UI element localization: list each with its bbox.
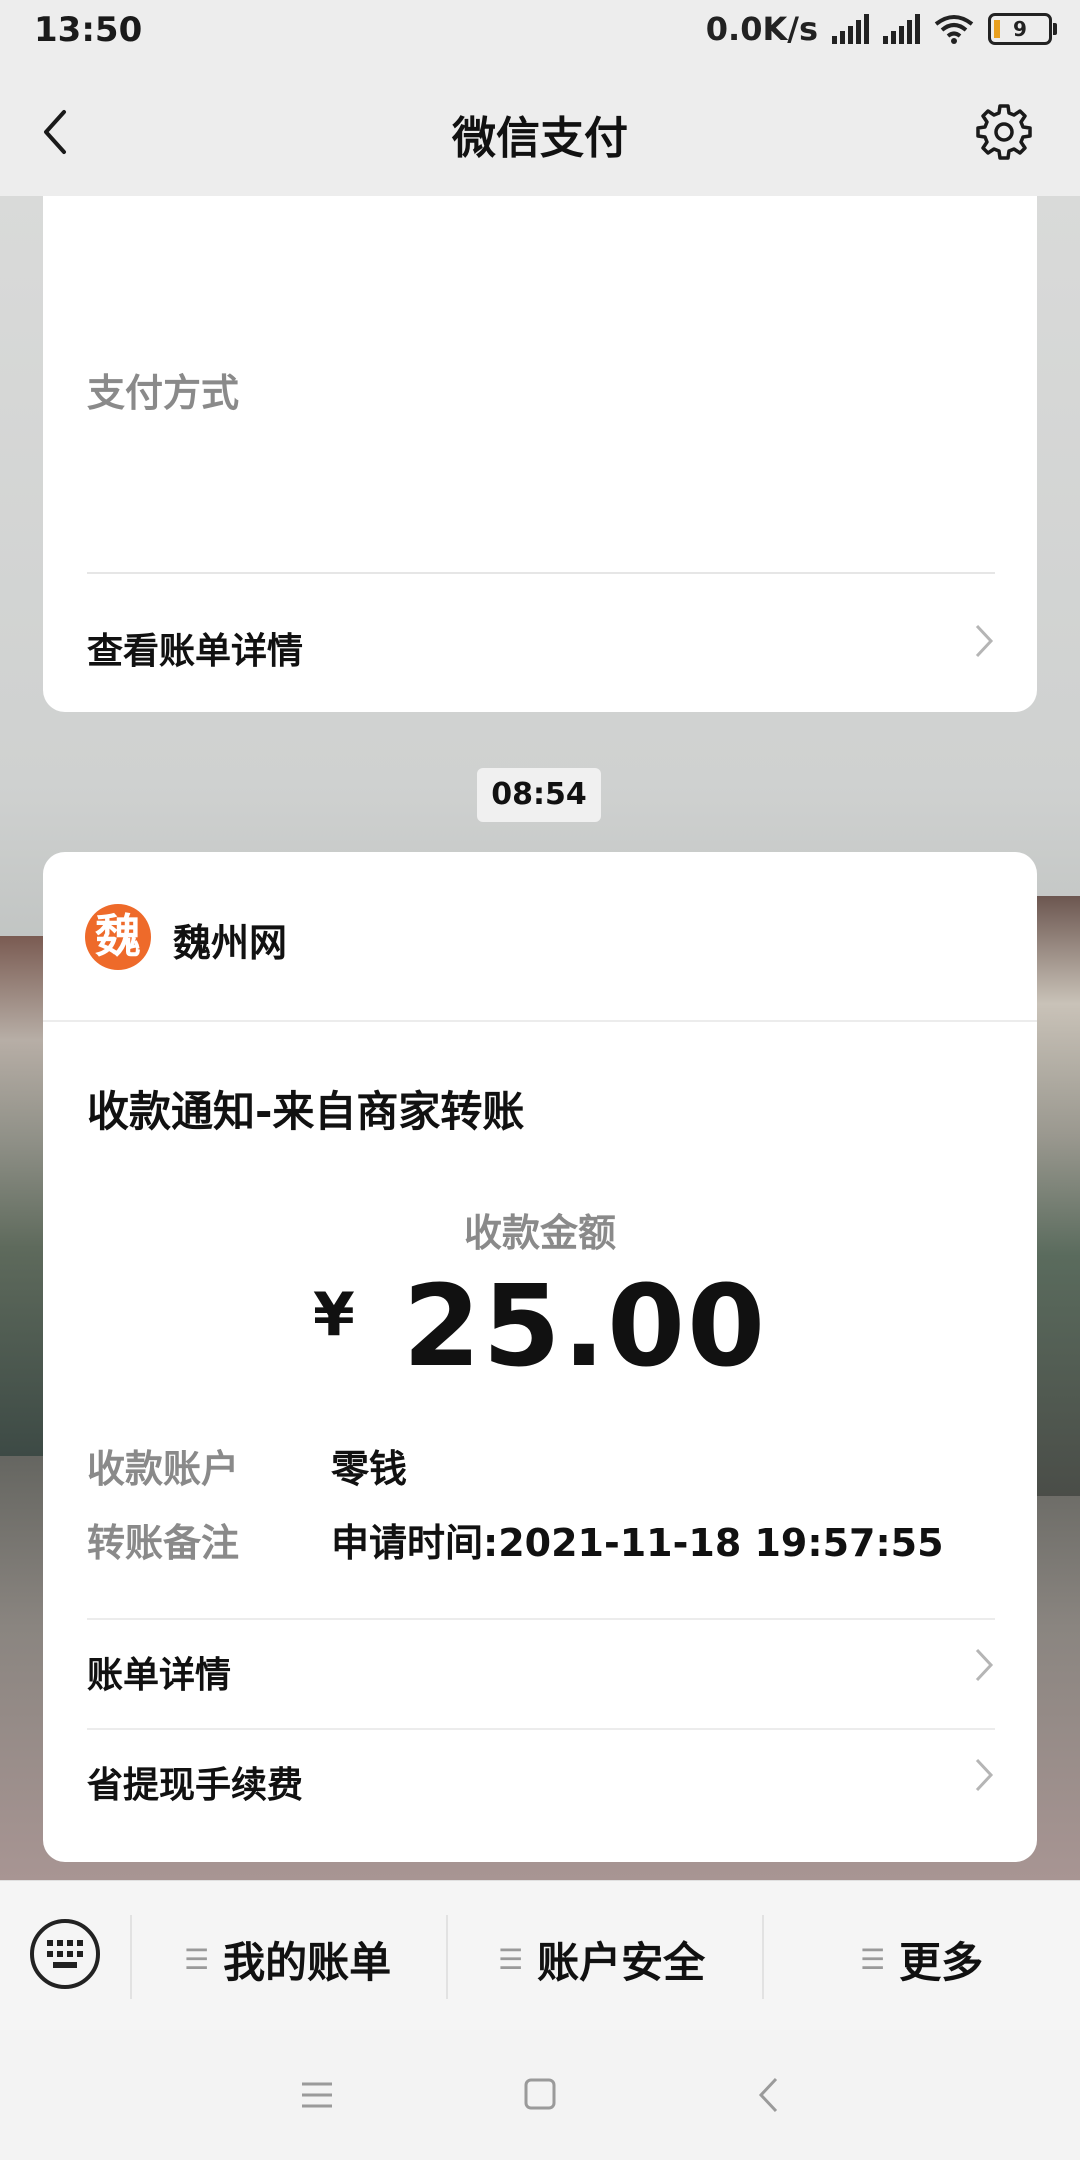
account-label: 收款账户 xyxy=(87,1447,240,1491)
chevron-right-icon xyxy=(975,1758,994,1792)
service-menu-bar: ☰ 我的账单 ☰ 账户安全 ☰ 更多 xyxy=(0,1880,1080,2031)
divider xyxy=(43,1020,1037,1022)
background-photo-left xyxy=(0,936,48,1456)
battery-level: 9 xyxy=(1013,17,1027,41)
menu-more[interactable]: ☰ 更多 xyxy=(860,1929,983,1990)
bill-detail-link[interactable]: 账单详情 xyxy=(87,1646,995,1698)
pay-method-label: 支付方式 xyxy=(87,371,240,415)
remark-label: 转账备注 xyxy=(87,1521,240,1565)
account-row: 收款账户 零钱 xyxy=(87,1438,407,1493)
notice-title: 收款通知-来自商家转账 xyxy=(87,1087,525,1136)
background-photo-right xyxy=(1035,896,1080,1496)
save-fee-label: 省提现手续费 xyxy=(87,1765,304,1806)
menu-my-bills[interactable]: ☰ 我的账单 xyxy=(184,1929,391,1990)
status-time: 13:50 xyxy=(34,10,143,50)
divider xyxy=(87,572,995,574)
divider xyxy=(87,1728,995,1730)
remark-value: 申请时间:2021-11-18 19:57:55 xyxy=(331,1521,944,1565)
nav-home-icon[interactable] xyxy=(524,2078,556,2110)
status-bar: 13:50 0.0K/s 9 xyxy=(0,0,1080,66)
bill-detail-label: 账单详情 xyxy=(87,1655,232,1696)
menu-lines-icon: ☰ xyxy=(184,1943,210,1976)
separator xyxy=(762,1915,764,1999)
net-speed: 0.0K/s xyxy=(705,10,818,48)
wifi-icon xyxy=(934,15,974,44)
signal-icon xyxy=(832,14,869,44)
menu-account-security[interactable]: ☰ 账户安全 xyxy=(498,1929,705,1990)
nav-back-icon[interactable] xyxy=(756,2076,780,2114)
system-nav-bar xyxy=(0,2030,1080,2160)
message-time: 08:54 xyxy=(477,768,601,822)
currency-symbol: ¥ xyxy=(312,1280,355,1350)
page-title: 微信支付 xyxy=(452,113,628,164)
view-bill-detail-link[interactable]: 查看账单详情 xyxy=(87,622,995,674)
separator xyxy=(446,1915,448,1999)
chat-content: 支付方式 查看账单详情 08:54 魏 魏州网 收款通知-来自商家转账 收款金额… xyxy=(0,196,1080,1880)
keyboard-icon[interactable] xyxy=(30,1919,100,1989)
payment-card-previous: 支付方式 查看账单详情 xyxy=(43,196,1037,712)
menu-more-label: 更多 xyxy=(899,1938,984,1987)
menu-lines-icon: ☰ xyxy=(860,1943,886,1976)
save-fee-link[interactable]: 省提现手续费 xyxy=(87,1756,995,1808)
divider xyxy=(87,1618,995,1620)
menu-my-bills-label: 我的账单 xyxy=(223,1938,392,1987)
remark-row: 转账备注 申请时间:2021-11-18 19:57:55 xyxy=(87,1512,944,1567)
separator xyxy=(130,1915,132,1999)
settings-gear-icon[interactable] xyxy=(974,102,1034,162)
amount: ¥25.00 xyxy=(43,1262,1037,1392)
account-value: 零钱 xyxy=(331,1447,408,1491)
merchant-name[interactable]: 魏州网 xyxy=(173,912,287,967)
nav-menu-icon[interactable] xyxy=(300,2080,334,2110)
app-header: 微信支付 xyxy=(0,66,1080,196)
amount-value: 25.00 xyxy=(402,1262,767,1392)
signal-icon-2 xyxy=(883,14,920,44)
payment-notice-card: 魏 魏州网 收款通知-来自商家转账 收款金额 ¥25.00 收款账户 零钱 转账备… xyxy=(43,852,1037,1862)
menu-lines-icon: ☰ xyxy=(498,1943,524,1976)
chevron-right-icon xyxy=(975,1648,994,1682)
view-bill-detail-label: 查看账单详情 xyxy=(87,631,304,672)
amount-label: 收款金额 xyxy=(463,1211,616,1255)
chevron-right-icon xyxy=(975,624,994,658)
merchant-logo: 魏 xyxy=(85,904,151,970)
menu-account-security-label: 账户安全 xyxy=(537,1938,706,1987)
battery-icon: 9 xyxy=(988,13,1057,45)
status-right: 0.0K/s 9 xyxy=(705,10,1057,48)
